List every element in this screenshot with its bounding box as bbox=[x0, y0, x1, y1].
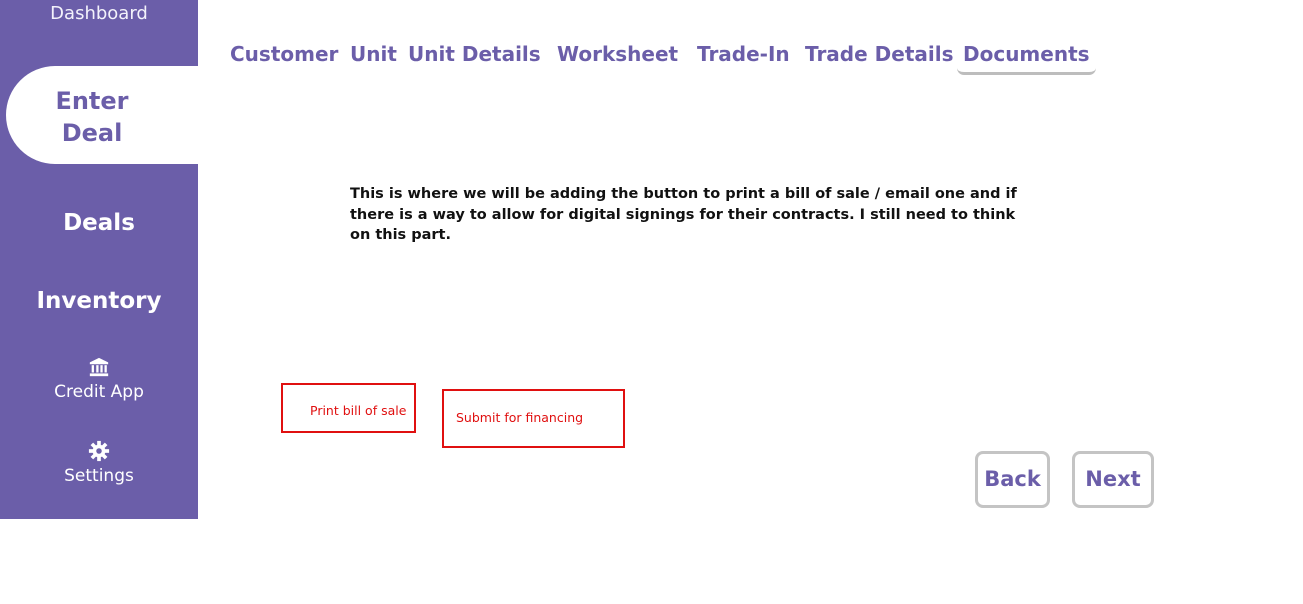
print-bill-of-sale-label: Print bill of sale bbox=[310, 403, 407, 418]
sidebar-item-inventory[interactable]: Inventory bbox=[0, 288, 198, 314]
tab-worksheet[interactable]: Worksheet bbox=[557, 42, 678, 66]
tab-unit-details[interactable]: Unit Details bbox=[408, 42, 541, 66]
submit-for-financing-button[interactable]: Submit for financing bbox=[442, 389, 625, 448]
sidebar-item-settings[interactable]: Settings bbox=[0, 440, 198, 486]
gear-icon bbox=[88, 440, 110, 462]
documents-note: This is where we will be adding the butt… bbox=[350, 186, 1017, 243]
submit-for-financing-label: Submit for financing bbox=[456, 410, 584, 425]
next-button[interactable]: Next bbox=[1072, 451, 1154, 508]
tab-customer[interactable]: Customer bbox=[230, 42, 338, 66]
sidebar-item-enter-deal[interactable]: Enter Deal bbox=[6, 85, 178, 149]
sidebar-item-credit-app[interactable]: Credit App bbox=[0, 356, 198, 402]
sidebar: Dashboard Enter Deal Deals Inventory Cre… bbox=[0, 0, 226, 519]
sidebar-item-deals[interactable]: Deals bbox=[0, 210, 198, 236]
sidebar-item-label: Enter bbox=[55, 87, 129, 115]
tab-documents[interactable]: Documents bbox=[957, 42, 1096, 75]
sidebar-item-label: Credit App bbox=[54, 382, 144, 402]
tab-trade-details[interactable]: Trade Details bbox=[805, 42, 954, 66]
back-button[interactable]: Back bbox=[975, 451, 1050, 508]
tab-unit[interactable]: Unit bbox=[350, 42, 397, 66]
sidebar-item-label: Settings bbox=[64, 466, 134, 486]
sidebar-item-label: Deal bbox=[61, 119, 123, 147]
print-bill-of-sale-button[interactable]: Print bill of sale bbox=[281, 383, 416, 433]
sidebar-item-dashboard[interactable]: Dashboard bbox=[0, 3, 198, 24]
bank-icon bbox=[89, 357, 109, 377]
tab-trade-in[interactable]: Trade-In bbox=[697, 42, 790, 66]
